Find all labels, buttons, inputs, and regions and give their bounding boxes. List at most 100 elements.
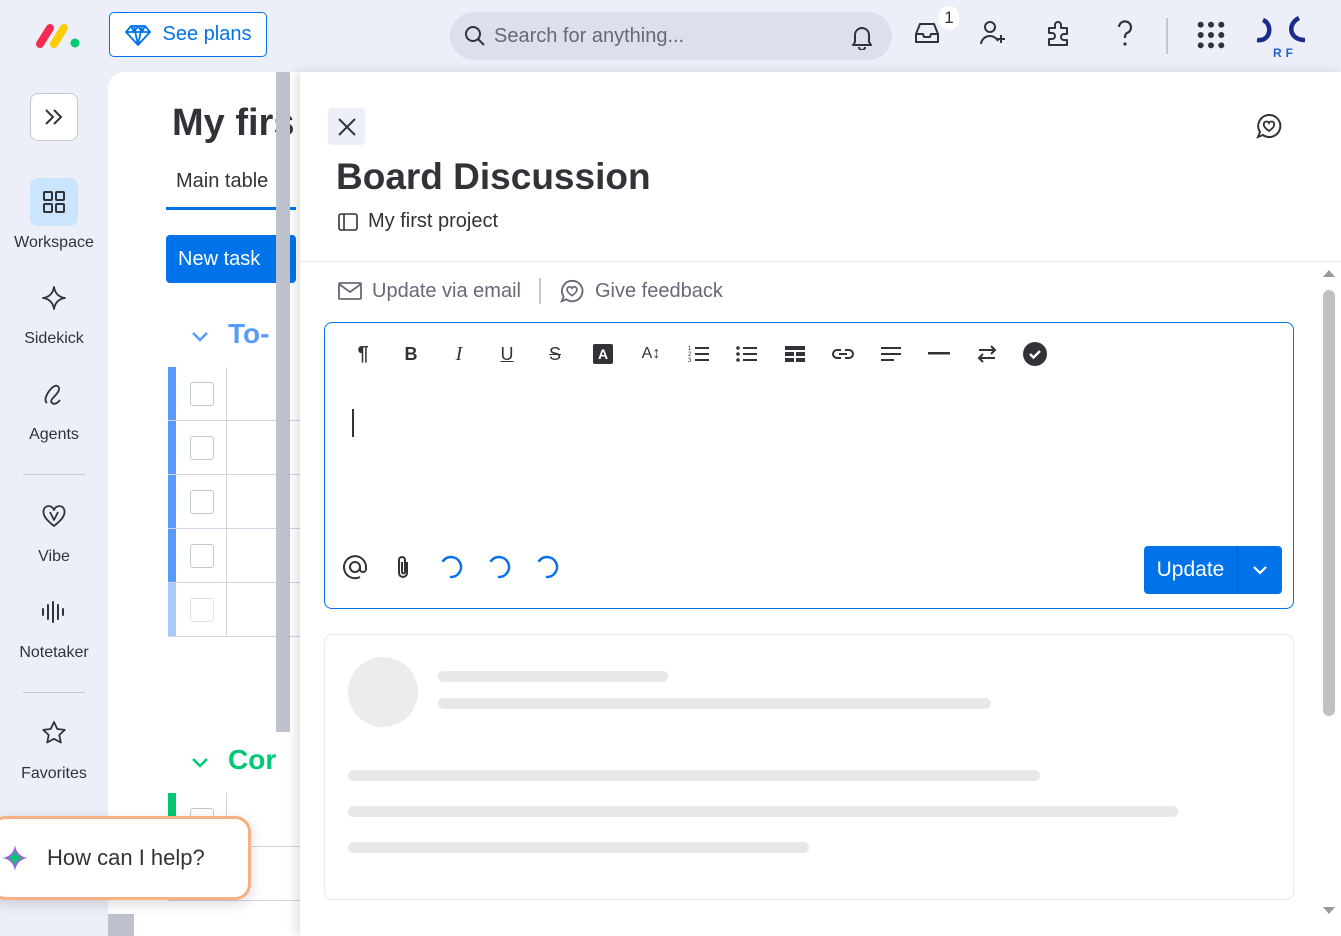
bold-icon[interactable]: B	[387, 339, 435, 369]
table-icon[interactable]	[771, 339, 819, 369]
chat-heart-icon[interactable]	[1255, 112, 1283, 140]
puzzle-apps-icon[interactable]	[1044, 18, 1074, 48]
group-title-completed[interactable]: Cor	[228, 744, 276, 776]
ai-help-bubble[interactable]: How can I help?	[0, 816, 251, 900]
row-checkbox[interactable]	[190, 598, 214, 622]
left-sidebar: Workspace Sidekick Agents Vibe Notetaker…	[0, 72, 108, 936]
panel-divider	[300, 261, 1341, 262]
sidebar-item-agents[interactable]: Agents	[0, 370, 108, 444]
editor-bottom-tools	[341, 553, 561, 581]
sidebar-item-workspace[interactable]: Workspace	[0, 178, 108, 252]
sidebar-divider	[23, 474, 85, 475]
bell-icon[interactable]	[850, 24, 874, 50]
double-chevron-right-icon	[45, 109, 63, 125]
help-label: How can I help?	[47, 845, 205, 870]
group-title-todo[interactable]: To-	[228, 318, 269, 350]
board-discussion-panel: Board Discussion My first project Update…	[300, 72, 1341, 936]
font-size-icon[interactable]: A↕	[627, 339, 675, 369]
row-checkbox[interactable]	[190, 544, 214, 568]
loading-spinner-icon	[441, 555, 463, 579]
inbox-count-badge: 1	[939, 6, 959, 30]
ai-sparkle-icon	[2, 845, 28, 871]
skeleton-line	[348, 770, 1040, 781]
update-via-email-link[interactable]: Update via email	[372, 280, 521, 303]
sidebar-item-sidekick[interactable]: Sidekick	[0, 274, 108, 348]
expand-sidebar-button[interactable]	[30, 93, 78, 141]
direction-switch-icon[interactable]	[963, 339, 1011, 369]
mention-icon[interactable]	[341, 553, 369, 581]
panel-title: Board Discussion	[336, 156, 651, 197]
top-bar: See plans Search for anything... 1 RF	[0, 0, 1341, 72]
loading-spinner-icon	[537, 555, 559, 579]
see-plans-button[interactable]: See plans	[109, 12, 267, 57]
sidebar-item-vibe[interactable]: Vibe	[0, 492, 108, 566]
row-checkbox[interactable]	[190, 490, 214, 514]
update-button[interactable]: Update	[1144, 546, 1238, 594]
board-horizontal-scrollbar[interactable]	[108, 914, 134, 936]
loading-spinner-icon	[489, 555, 511, 579]
avatar-initials: RF	[1273, 46, 1297, 60]
italic-icon[interactable]: I	[435, 339, 483, 369]
update-button-group: Update	[1144, 546, 1282, 594]
tab-main-table[interactable]: Main table	[176, 170, 268, 193]
sidebar-item-label: Workspace	[14, 234, 94, 251]
heart-icon	[30, 492, 78, 540]
skeleton-line	[438, 671, 668, 682]
paragraph-icon[interactable]: ¶	[339, 339, 387, 369]
panel-scrollbar-thumb[interactable]	[1323, 290, 1335, 716]
checklist-icon[interactable]	[1011, 339, 1059, 369]
close-icon	[337, 117, 356, 136]
inbox-icon[interactable]	[912, 18, 942, 48]
update-editor[interactable]: ¶ B I U S A A↕ 123 Update	[324, 322, 1294, 609]
star-icon	[30, 709, 78, 757]
mail-icon	[338, 282, 362, 300]
chevron-down-icon[interactable]	[190, 330, 210, 344]
app-switcher-grid-icon[interactable]	[1196, 20, 1226, 50]
search-input[interactable]: Search for anything...	[450, 12, 892, 60]
help-question-icon[interactable]	[1110, 18, 1140, 48]
sidebar-divider	[23, 692, 85, 693]
topbar-divider	[1166, 18, 1168, 54]
panel-actions: Update via email Give feedback	[338, 278, 723, 304]
sidebar-item-label: Vibe	[38, 548, 70, 565]
skeleton-line	[348, 806, 1178, 817]
row-checkbox[interactable]	[190, 382, 214, 406]
scroll-up-arrow-icon[interactable]	[1322, 268, 1336, 278]
skeleton-line	[348, 842, 809, 853]
sparkle-icon	[30, 274, 78, 322]
board-link[interactable]: My first project	[338, 210, 498, 233]
search-icon	[465, 26, 485, 46]
svg-text:3: 3	[688, 358, 692, 363]
user-avatar[interactable]: RF	[1253, 14, 1309, 62]
attachment-paperclip-icon[interactable]	[389, 553, 417, 581]
board-link-label: My first project	[368, 210, 499, 232]
invite-user-icon[interactable]	[978, 18, 1008, 48]
text-color-icon[interactable]: A	[579, 339, 627, 369]
update-skeleton-loader	[324, 634, 1294, 900]
grid-icon	[30, 178, 78, 226]
close-panel-button[interactable]	[328, 108, 365, 145]
update-dropdown-button[interactable]	[1238, 546, 1282, 594]
horizontal-rule-icon[interactable]	[915, 339, 963, 369]
diamond-icon	[124, 24, 151, 46]
sidebar-item-favorites[interactable]: Favorites	[0, 709, 108, 783]
numbered-list-icon[interactable]: 123	[675, 339, 723, 369]
link-icon[interactable]	[819, 339, 867, 369]
sidebar-item-label: Agents	[29, 426, 79, 443]
strikethrough-icon[interactable]: S	[531, 339, 579, 369]
waveform-icon	[30, 588, 78, 636]
bulleted-list-icon[interactable]	[723, 339, 771, 369]
agent-icon	[30, 370, 78, 418]
monday-logo[interactable]	[34, 22, 82, 50]
sidebar-item-label: Favorites	[21, 765, 87, 782]
actions-divider	[538, 278, 541, 304]
align-icon[interactable]	[867, 339, 915, 369]
sidebar-item-notetaker[interactable]: Notetaker	[0, 588, 108, 662]
board-scrollbar[interactable]	[276, 72, 290, 732]
give-feedback-link[interactable]: Give feedback	[595, 280, 723, 303]
chevron-down-icon[interactable]	[190, 756, 210, 770]
scroll-down-arrow-icon[interactable]	[1322, 906, 1336, 916]
underline-icon[interactable]: U	[483, 339, 531, 369]
row-checkbox[interactable]	[190, 436, 214, 460]
see-plans-label: See plans	[162, 23, 252, 45]
